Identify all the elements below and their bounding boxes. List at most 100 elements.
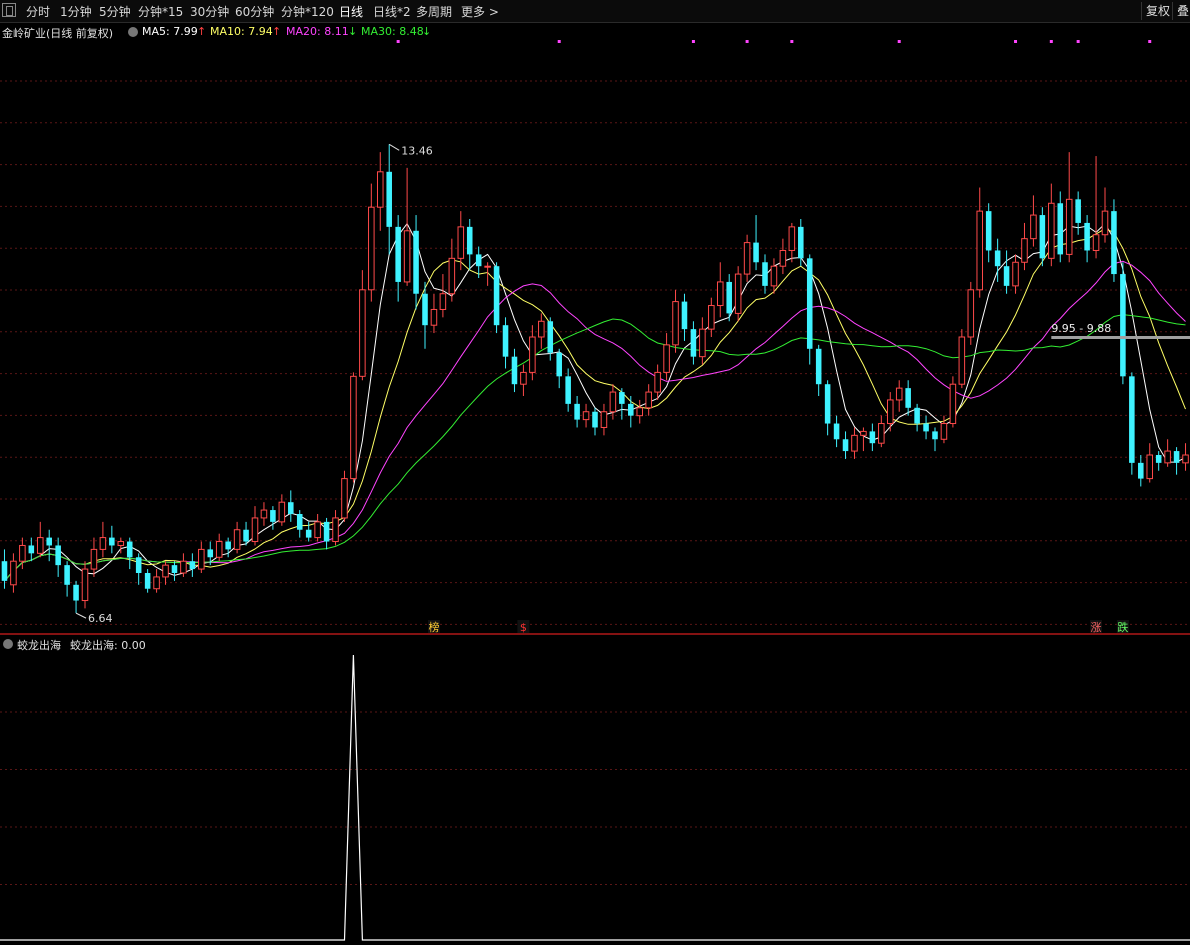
candle-body[interactable] [332, 517, 339, 543]
candle-body[interactable] [484, 265, 491, 268]
candle-body[interactable] [251, 517, 259, 543]
candle-body[interactable] [538, 320, 545, 338]
candle-body[interactable] [439, 293, 447, 310]
candle-body[interactable] [994, 250, 1001, 267]
candle-body[interactable] [958, 336, 966, 385]
candle-body[interactable] [923, 423, 929, 432]
marker-dollar[interactable]: $ [520, 621, 527, 634]
candle-body[interactable] [207, 549, 214, 558]
candle-body[interactable] [511, 356, 518, 385]
candle-body[interactable] [144, 573, 151, 589]
candle-body[interactable] [940, 423, 948, 440]
candle-body[interactable] [117, 541, 125, 546]
candle-body[interactable] [1021, 238, 1028, 263]
candle-body[interactable] [341, 478, 348, 519]
candle-body[interactable] [520, 371, 527, 385]
candle-body[interactable] [1065, 198, 1073, 255]
candle-body[interactable] [833, 423, 840, 440]
candle-body[interactable] [350, 375, 357, 480]
candle-body[interactable] [734, 273, 742, 314]
candle-body[interactable] [359, 289, 366, 377]
candle-body[interactable] [386, 171, 392, 227]
candle-body[interactable] [422, 293, 428, 326]
candle-body[interactable] [225, 541, 231, 550]
candle-body[interactable] [1111, 211, 1117, 275]
candle-body[interactable] [64, 565, 70, 585]
candle-body[interactable] [28, 545, 35, 554]
candle-body[interactable] [869, 431, 876, 444]
candle-body[interactable] [1003, 266, 1010, 286]
candle-body[interactable] [663, 344, 670, 373]
candle-body[interactable] [1155, 455, 1162, 463]
candle-body[interactable] [824, 384, 831, 424]
marker-bang[interactable]: 榜 [428, 620, 439, 634]
candle-body[interactable] [502, 325, 509, 357]
candle-body[interactable] [376, 171, 384, 208]
candle-body[interactable] [1146, 454, 1154, 480]
candle-body[interactable] [788, 226, 796, 251]
candle-body[interactable] [592, 411, 598, 428]
candle-body[interactable] [815, 348, 822, 385]
candle-body[interactable] [886, 399, 894, 425]
candle-body[interactable] [565, 376, 571, 404]
candle-body[interactable] [215, 541, 223, 558]
candle-body[interactable] [430, 308, 438, 326]
candle-body[interactable] [323, 521, 330, 542]
candle-body[interactable] [171, 565, 178, 573]
candle-body[interactable] [1182, 454, 1189, 464]
candle-body[interactable] [90, 548, 98, 570]
candle-body[interactable] [619, 392, 625, 404]
candle-body[interactable] [475, 254, 482, 267]
candle-body[interactable] [260, 509, 268, 519]
candle-body[interactable] [19, 544, 26, 562]
candle-body[interactable] [1138, 462, 1144, 479]
candle-body[interactable] [109, 537, 115, 546]
candle-body[interactable] [967, 289, 975, 338]
candle-body[interactable] [914, 407, 920, 424]
candle-body[interactable] [1075, 199, 1081, 223]
candle-body[interactable] [600, 411, 608, 428]
candle-body[interactable] [976, 210, 984, 291]
candle-body[interactable] [529, 336, 536, 373]
candle-body[interactable] [1120, 274, 1126, 377]
candle-body[interactable] [1, 561, 8, 581]
candle-body[interactable] [46, 537, 52, 546]
candle-body[interactable] [296, 514, 303, 530]
candle-body[interactable] [368, 206, 375, 291]
candle-body[interactable] [582, 411, 590, 421]
candle-body[interactable] [681, 301, 688, 330]
candle-body[interactable] [699, 328, 706, 358]
candle-body[interactable] [278, 501, 286, 523]
candle-body[interactable] [556, 352, 562, 377]
candle-body[interactable] [395, 226, 401, 282]
kline-chart[interactable]: 13.46 6.64 9.95 - 9.88 榜 $ 涨 跌 [0, 0, 1190, 945]
candle-body[interactable] [654, 371, 661, 393]
candle-body[interactable] [636, 407, 644, 417]
marker-die[interactable]: 跌 [1117, 620, 1128, 634]
candle-body[interactable] [645, 391, 652, 409]
candle-body[interactable] [851, 434, 858, 452]
candle-body[interactable] [628, 403, 634, 416]
candle-body[interactable] [466, 226, 473, 255]
candle-body[interactable] [305, 529, 312, 538]
candle-body[interactable] [842, 439, 849, 452]
candle-body[interactable] [126, 541, 133, 558]
candle-body[interactable] [672, 301, 679, 346]
candle-body[interactable] [10, 560, 17, 586]
candle-body[interactable] [574, 403, 580, 420]
candle-body[interactable] [743, 242, 751, 275]
candle-body[interactable] [779, 249, 787, 267]
candle-body[interactable] [99, 537, 107, 550]
candle-body[interactable] [198, 548, 205, 570]
candle-body[interactable] [55, 545, 61, 566]
candle-body[interactable] [690, 329, 697, 357]
candle-body[interactable] [770, 265, 778, 287]
candle-body[interactable] [1012, 261, 1019, 287]
candle-body[interactable] [716, 281, 724, 307]
candle-body[interactable] [985, 211, 992, 251]
candle-body[interactable] [1030, 214, 1037, 240]
candle-body[interactable] [878, 423, 885, 444]
candle-body[interactable] [798, 226, 804, 259]
candle-body[interactable] [547, 321, 554, 353]
candle-body[interactable] [36, 537, 44, 554]
